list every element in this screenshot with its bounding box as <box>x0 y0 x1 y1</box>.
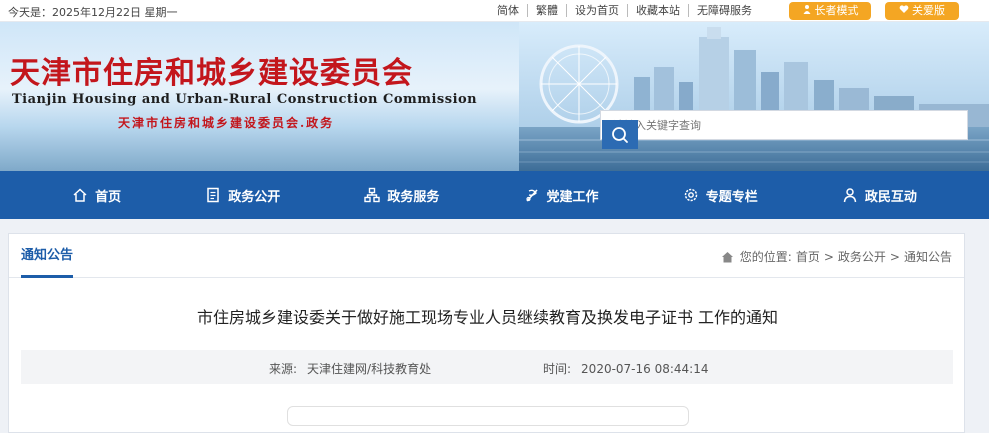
user-icon <box>843 188 857 203</box>
utility-links: 简体 繁體 设为首页 收藏本站 无障碍服务 <box>489 4 760 17</box>
link-simplified[interactable]: 简体 <box>489 4 528 17</box>
search-button[interactable] <box>602 120 638 149</box>
nav-item-party-work[interactable]: 党建工作 <box>524 171 599 219</box>
site-title: 天津市住房和城乡建设委员会 <box>10 56 413 91</box>
nav-item-gov-services[interactable]: 政务服务 <box>364 171 439 219</box>
breadcrumb-prefix: 您的位置: <box>739 250 792 264</box>
elder-mode-button[interactable]: 长者模式 <box>789 2 871 20</box>
city-skyline-illustration <box>519 22 989 171</box>
breadcrumb-separator: > <box>889 249 900 264</box>
top-utility-bar: 今天是：2025年12月22日 星期一 简体 繁體 设为首页 收藏本站 无障碍服… <box>0 0 989 22</box>
document-icon <box>207 187 219 203</box>
org-chart-icon <box>364 187 381 203</box>
nav-label-party-work: 党建工作 <box>546 189 599 205</box>
nav-item-special-topics[interactable]: 专题专栏 <box>683 171 758 219</box>
party-flag-icon <box>525 189 538 202</box>
article-title: 市住房城乡建设委关于做好施工现场专业人员继续教育及换发电子证书 工作的通知 <box>196 308 779 327</box>
site-subtitle: 天津市住房和城乡建设委员会.政务 <box>118 116 335 130</box>
nav-label-interaction: 政民互动 <box>864 189 917 205</box>
care-mode-label: 关爱版 <box>912 4 945 17</box>
nav-label-special-topics: 专题专栏 <box>705 189 758 205</box>
article-time: 时间: 2020-07-16 08:44:14 <box>543 360 709 377</box>
nav-item-interaction[interactable]: 政民互动 <box>842 171 917 219</box>
main-nav: 首页 政务公开 政务服务 党建工作 专题专栏 政民互动 <box>0 171 989 219</box>
link-traditional[interactable]: 繁體 <box>528 4 567 17</box>
current-date: 今天是：2025年12月22日 星期一 <box>8 6 178 19</box>
nav-label-gov-services: 政务服务 <box>387 189 440 205</box>
article-meta: 来源: 天津住建网/科技教育处 时间: 2020-07-16 08:44:14 <box>21 350 953 384</box>
source-label: 来源: <box>269 362 298 376</box>
home-icon <box>73 188 87 202</box>
heart-icon <box>899 2 909 20</box>
nav-label-home: 首页 <box>95 189 122 205</box>
search-icon <box>612 127 628 143</box>
content-card: 通知公告 您的位置: 首页 > 政务公开 > 通知公告 市住房城乡建设委关于做好… <box>8 233 965 433</box>
source-value: 天津住建网/科技教育处 <box>307 362 432 376</box>
home-icon <box>721 251 733 262</box>
breadcrumb-separator: > <box>823 249 834 264</box>
breadcrumb-notices[interactable]: 通知公告 <box>904 248 952 265</box>
gear-icon <box>684 188 697 202</box>
site-title-english: Tianjin Housing and Urban-Rural Construc… <box>12 92 478 107</box>
tab-notices[interactable]: 通知公告 <box>21 234 74 278</box>
nav-item-home[interactable]: 首页 <box>72 171 121 219</box>
nav-label-gov-affairs: 政务公开 <box>228 189 281 205</box>
nav-item-gov-affairs[interactable]: 政务公开 <box>205 171 280 219</box>
search-box <box>600 110 968 140</box>
breadcrumb: 您的位置: 首页 > 政务公开 > 通知公告 <box>721 248 954 265</box>
breadcrumb-home[interactable]: 首页 <box>796 248 820 265</box>
breadcrumb-gov-affairs[interactable]: 政务公开 <box>838 248 886 265</box>
elder-mode-label: 长者模式 <box>814 4 859 17</box>
card-header: 通知公告 您的位置: 首页 > 政务公开 > 通知公告 <box>9 234 964 278</box>
care-mode-button[interactable]: 关爱版 <box>885 2 959 20</box>
time-value: 2020-07-16 08:44:14 <box>581 362 709 376</box>
elder-icon <box>802 2 812 20</box>
header-banner: 天津市住房和城乡建设委员会 Tianjin Housing and Urban-… <box>0 22 989 171</box>
time-label: 时间: <box>543 362 572 376</box>
article-source: 来源: 天津住建网/科技教育处 <box>269 360 431 377</box>
link-bookmark[interactable]: 收藏本站 <box>628 4 689 17</box>
link-accessibility[interactable]: 无障碍服务 <box>689 4 760 17</box>
link-set-homepage[interactable]: 设为首页 <box>567 4 628 17</box>
article-body-preview <box>287 406 689 426</box>
search-input[interactable] <box>601 111 967 139</box>
